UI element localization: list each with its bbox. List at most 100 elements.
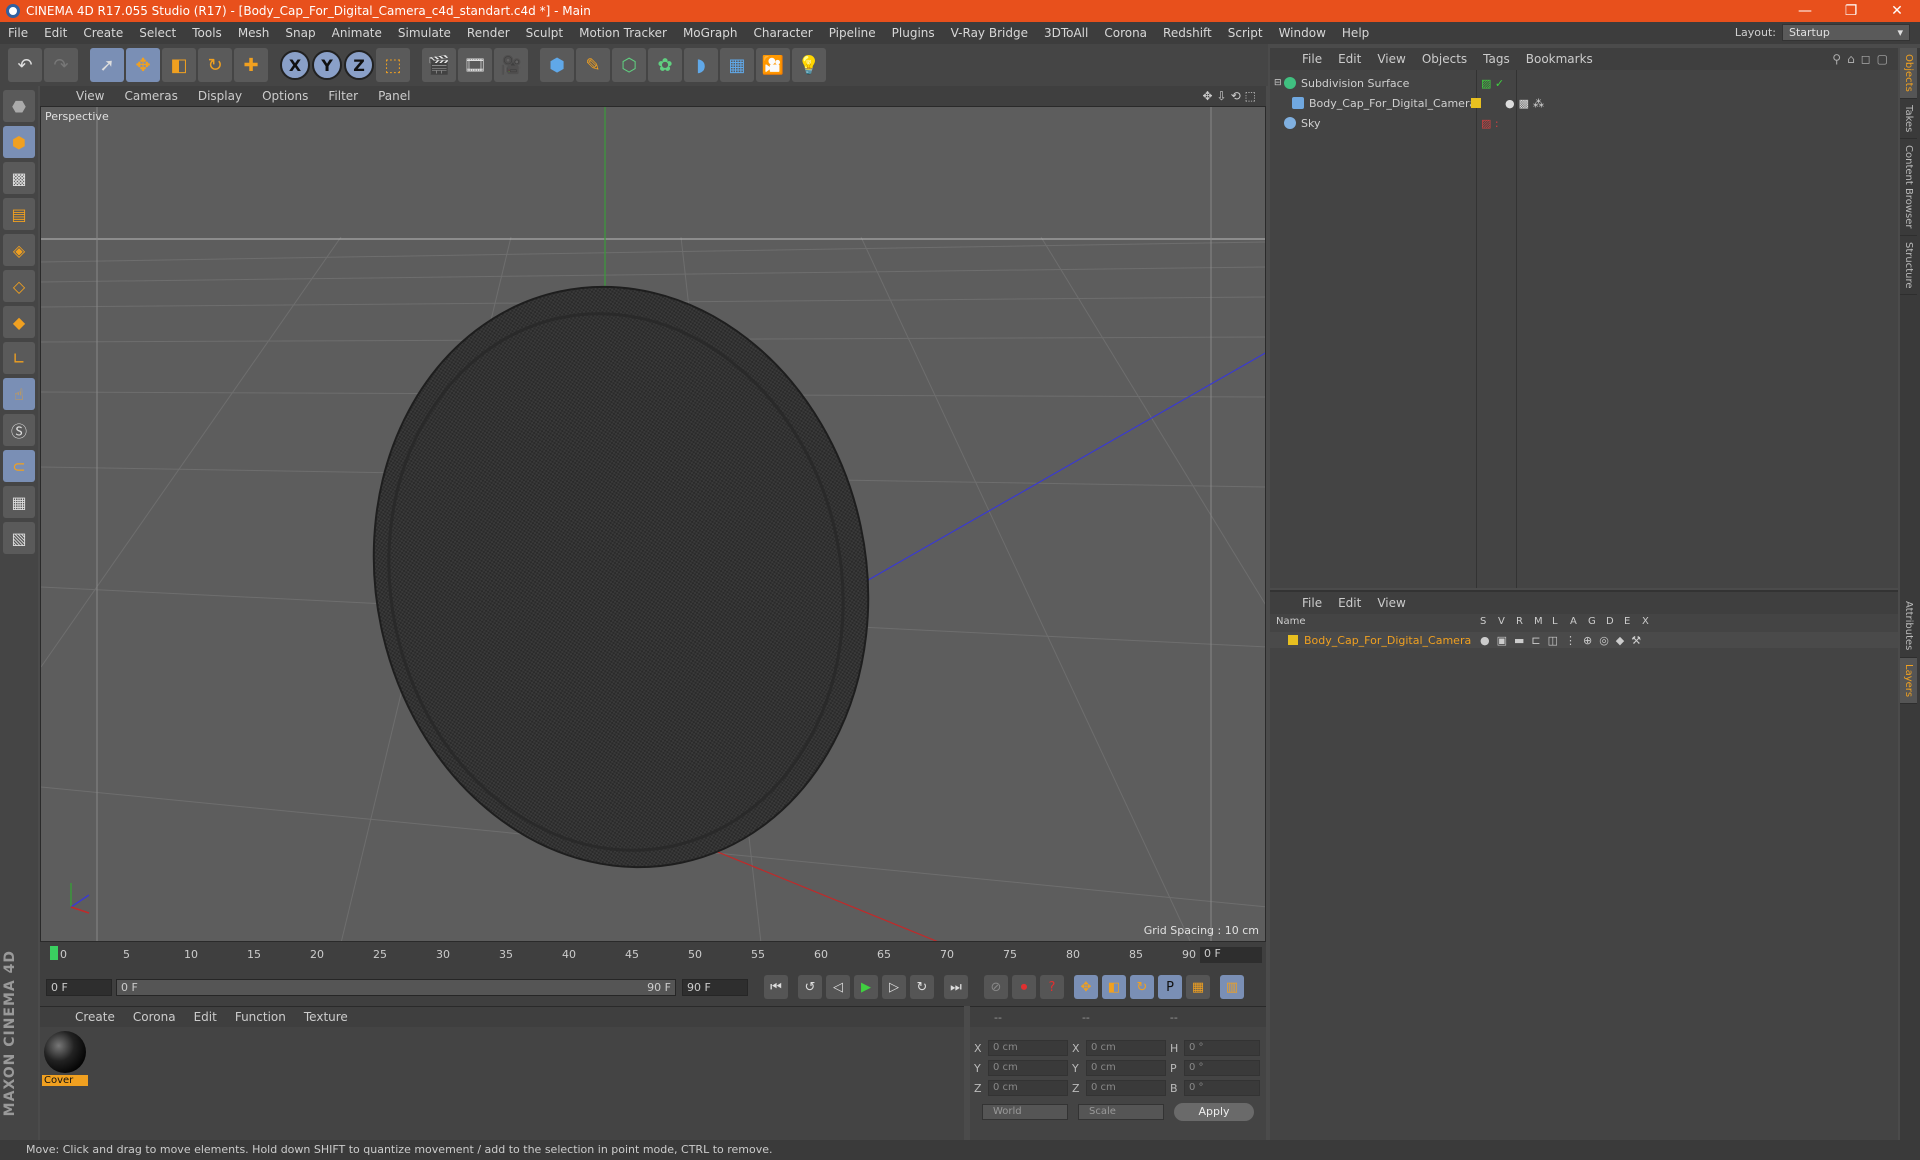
undo-icon[interactable]: ↶	[8, 48, 42, 82]
menu-sculpt[interactable]: Sculpt	[518, 26, 571, 40]
viewport-canvas[interactable]: Perspective Grid Spacing : 10 cm	[40, 106, 1266, 942]
key-rotation-icon[interactable]: ↻	[1130, 975, 1154, 999]
enabled-check-icon[interactable]: ▨ ✓	[1481, 77, 1504, 90]
magnet-icon[interactable]: ⊂	[3, 450, 35, 482]
camera-icon[interactable]: 🎦	[756, 48, 790, 82]
transform-tool-icon[interactable]: ✚	[234, 48, 268, 82]
menu-plugins[interactable]: Plugins	[884, 26, 943, 40]
menu-simulate[interactable]: Simulate	[390, 26, 459, 40]
coordinate-mode-dropdown[interactable]: Scale	[1078, 1104, 1164, 1120]
key-parameter-icon[interactable]: P	[1158, 975, 1182, 999]
live-selection-icon[interactable]: ➚	[90, 48, 124, 82]
menu-character[interactable]: Character	[745, 26, 820, 40]
polygons-mode-icon[interactable]: ◆	[3, 306, 35, 338]
deformer-icon[interactable]: ◗	[684, 48, 718, 82]
layer-row[interactable]: Body_Cap_For_Digital_Camera ●▣▬⊏◫⋮⊕◎◆⚒	[1270, 632, 1898, 648]
light-icon[interactable]: 💡	[792, 48, 826, 82]
end-frame-field[interactable]: 90 F	[682, 978, 748, 996]
objects-menu-edit[interactable]: Edit	[1330, 52, 1369, 66]
menu-tools[interactable]: Tools	[184, 26, 230, 40]
frame-range-slider[interactable]: 0 F 90 F	[116, 978, 676, 996]
menu-animate[interactable]: Animate	[324, 26, 390, 40]
frame-ruler[interactable]: 0 5 10 15 20 25 30 35 40 45 50 55 60 65 …	[50, 942, 1196, 968]
render-settings-icon[interactable]: 🎥	[494, 48, 528, 82]
material-menu-create[interactable]: Create	[66, 1010, 124, 1024]
menu-select[interactable]: Select	[131, 26, 184, 40]
playhead-marker[interactable]	[50, 946, 58, 960]
object-row-sky[interactable]: Sky ▨ :	[1274, 114, 1894, 132]
objects-menu-tags[interactable]: Tags	[1475, 52, 1518, 66]
menu-help[interactable]: Help	[1334, 26, 1377, 40]
x-axis-lock-icon[interactable]: X	[280, 50, 310, 80]
menu-redshift[interactable]: Redshift	[1155, 26, 1220, 40]
menu-render[interactable]: Render	[459, 26, 518, 40]
material-menu-corona[interactable]: Corona	[124, 1010, 185, 1024]
axis-mode-icon[interactable]: ∟	[3, 342, 35, 374]
play-forward-icon[interactable]: ▶	[854, 975, 878, 999]
menu-mograph[interactable]: MoGraph	[675, 26, 746, 40]
menu-script[interactable]: Script	[1220, 26, 1271, 40]
layers-menu-edit[interactable]: Edit	[1330, 596, 1369, 610]
menu-snap[interactable]: Snap	[277, 26, 323, 40]
tab-content-browser[interactable]: Content Browser	[1900, 139, 1917, 236]
menu-window[interactable]: Window	[1271, 26, 1334, 40]
go-to-next-key-icon[interactable]: ↻	[910, 975, 934, 999]
position-y-field[interactable]: 0 cm	[988, 1060, 1068, 1076]
viewport-menu-cameras[interactable]: Cameras	[114, 89, 187, 103]
objects-menu-view[interactable]: View	[1369, 52, 1413, 66]
close-button[interactable]: ✕	[1874, 3, 1920, 19]
object-row-body-cap[interactable]: Body_Cap_For_Digital_Camera ●▩⁂	[1274, 94, 1894, 112]
menu-3dtoall[interactable]: 3DToAll	[1036, 26, 1096, 40]
snap-icon[interactable]: Ⓢ	[3, 414, 35, 446]
edges-mode-icon[interactable]: ◇	[3, 270, 35, 302]
layer-color-icon[interactable]	[1471, 98, 1481, 108]
layer-color-swatch[interactable]	[1288, 635, 1298, 645]
menu-edit[interactable]: Edit	[36, 26, 75, 40]
menu-pipeline[interactable]: Pipeline	[821, 26, 884, 40]
menu-mesh[interactable]: Mesh	[230, 26, 278, 40]
tweak-mode-icon[interactable]: ☝	[3, 378, 35, 410]
timeline-ruler[interactable]: 0 5 10 15 20 25 30 35 40 45 50 55 60 65 …	[40, 942, 1266, 968]
go-to-start-icon[interactable]: ⏮	[764, 975, 788, 999]
key-position-icon[interactable]: ✥	[1074, 975, 1098, 999]
minimize-button[interactable]: —	[1782, 3, 1828, 19]
model-mode-icon[interactable]: ⬢	[3, 126, 35, 158]
points-mode-icon[interactable]: ◈	[3, 234, 35, 266]
rotation-h-field[interactable]: 0 °	[1184, 1040, 1260, 1056]
layer-toggle-icons[interactable]: ●▣▬⊏◫⋮⊕◎◆⚒	[1480, 634, 1648, 647]
key-pla-icon[interactable]: ▦	[1186, 975, 1210, 999]
go-to-previous-key-icon[interactable]: ↺	[798, 975, 822, 999]
scale-tool-icon[interactable]: ◧	[162, 48, 196, 82]
collapse-icon[interactable]: ⊟	[1274, 78, 1284, 88]
subdivision-generator-icon[interactable]: ⬡	[612, 48, 646, 82]
layer-name[interactable]: Body_Cap_For_Digital_Camera	[1298, 634, 1480, 647]
render-view-icon[interactable]: 🎬	[422, 48, 456, 82]
y-axis-lock-icon[interactable]: Y	[312, 50, 342, 80]
menu-file[interactable]: File	[0, 26, 36, 40]
timeline-window-icon[interactable]: ▥	[1220, 975, 1244, 999]
key-scale-icon[interactable]: ◧	[1102, 975, 1126, 999]
visibility-dots-icon[interactable]: ▨ :	[1481, 117, 1499, 130]
tab-attributes[interactable]: Attributes	[1900, 595, 1917, 658]
cube-primitive-icon[interactable]: ⬢	[540, 48, 574, 82]
maximize-button[interactable]: ❐	[1828, 3, 1874, 19]
material-preview-ball[interactable]	[44, 1031, 86, 1073]
go-to-end-icon[interactable]: ⏭	[944, 975, 968, 999]
menu-vray-bridge[interactable]: V-Ray Bridge	[943, 26, 1036, 40]
workplane-lock-icon[interactable]: ▦	[3, 486, 35, 518]
render-picture-viewer-icon[interactable]: 🎞	[458, 48, 492, 82]
search-icon[interactable]: ⚲⌂◻▢	[1832, 52, 1898, 66]
current-frame-field[interactable]: 0 F	[1200, 947, 1262, 963]
objects-menu-bookmarks[interactable]: Bookmarks	[1518, 52, 1601, 66]
size-z-field[interactable]: 0 cm	[1086, 1080, 1166, 1096]
objects-menu-file[interactable]: File	[1294, 52, 1330, 66]
size-x-field[interactable]: 0 cm	[1086, 1040, 1166, 1056]
texture-mode-icon[interactable]: ▩	[3, 162, 35, 194]
array-generator-icon[interactable]: ✿	[648, 48, 682, 82]
size-y-field[interactable]: 0 cm	[1086, 1060, 1166, 1076]
pen-spline-icon[interactable]: ✎	[576, 48, 610, 82]
position-x-field[interactable]: 0 cm	[988, 1040, 1068, 1056]
coordinate-system-icon[interactable]: ⬚	[376, 48, 410, 82]
rotation-b-field[interactable]: 0 °	[1184, 1080, 1260, 1096]
menu-corona[interactable]: Corona	[1096, 26, 1155, 40]
